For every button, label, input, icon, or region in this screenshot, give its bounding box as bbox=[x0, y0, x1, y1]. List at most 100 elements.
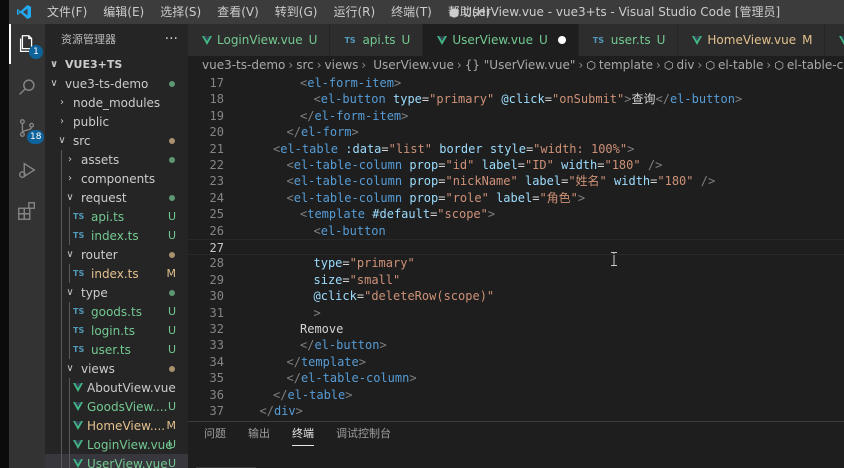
tree-item[interactable]: AboutView.vue bbox=[45, 378, 188, 397]
tree-item[interactable]: › node_modules bbox=[45, 93, 188, 112]
menu-item[interactable]: 编辑(E) bbox=[95, 0, 152, 24]
indent-guide bbox=[69, 454, 70, 468]
tab-loginview-vue[interactable]: LoginView.vue U bbox=[188, 24, 331, 56]
breadcrumb-item[interactable]: el-table-column bbox=[787, 58, 844, 72]
tree-item-label: user.ts bbox=[91, 342, 131, 357]
chevron-down-icon: ∨ bbox=[66, 363, 74, 374]
code-token: </ bbox=[286, 371, 301, 386]
line-number: 34 bbox=[209, 354, 224, 369]
tree-item[interactable]: › assets bbox=[45, 150, 188, 169]
tree-item[interactable]: ∨ router bbox=[45, 245, 188, 264]
code-line[interactable]: 17 <el-form-item> bbox=[188, 75, 844, 91]
tab-label: UserView.vue bbox=[452, 33, 533, 47]
tree-item[interactable]: TS index.ts M bbox=[45, 264, 188, 283]
panel-tab[interactable]: 终端 bbox=[292, 422, 314, 446]
tree-item[interactable]: TS user.ts U bbox=[45, 340, 188, 359]
menu-item[interactable]: 查看(V) bbox=[209, 0, 267, 24]
tree-item[interactable]: ∨ src bbox=[45, 131, 188, 150]
code-line[interactable]: 27 bbox=[188, 239, 844, 256]
line-number: 17 bbox=[209, 76, 224, 90]
tree-item[interactable]: HomeView.... M bbox=[45, 416, 188, 435]
tree-item[interactable]: GoodsView.... U bbox=[45, 397, 188, 416]
code-line[interactable]: 32 Remove bbox=[188, 321, 844, 337]
line-number: 37 bbox=[209, 404, 224, 418]
breadcrumb-item[interactable]: template bbox=[599, 58, 653, 72]
chevron-right-icon: › bbox=[60, 116, 64, 127]
breadcrumb-item[interactable]: src bbox=[296, 58, 314, 72]
unsaved-dot-icon[interactable] bbox=[557, 36, 566, 44]
tree-item[interactable]: UserView.vue U bbox=[45, 454, 188, 468]
code-line[interactable]: 29 size="small" bbox=[188, 272, 844, 288]
code-token: type bbox=[393, 92, 422, 107]
indent-guide bbox=[61, 188, 62, 207]
code-line[interactable]: 30 @click="deleteRow(scope)" bbox=[188, 288, 844, 304]
code-line[interactable]: 36 </el-table> bbox=[188, 387, 844, 403]
code-token: "180" bbox=[604, 158, 641, 172]
code-text: > bbox=[314, 305, 321, 321]
indent-guide bbox=[61, 226, 62, 245]
tab-good[interactable]: Good bbox=[825, 24, 844, 56]
search-icon[interactable] bbox=[9, 67, 45, 107]
workspace-section[interactable]: ∨ VUE3+TS bbox=[45, 54, 188, 74]
more-actions-icon[interactable]: ··· bbox=[165, 24, 178, 54]
tab-homeview-vue[interactable]: HomeView.vue M bbox=[678, 24, 826, 56]
menu-item[interactable]: 选择(S) bbox=[152, 0, 209, 24]
chevron-right-icon: › bbox=[288, 58, 294, 72]
tree-item[interactable]: › components bbox=[45, 169, 188, 188]
tree-item[interactable]: TS goods.ts U bbox=[45, 302, 188, 321]
code-line[interactable]: 31 > bbox=[188, 305, 844, 321]
code-text: type="primary" bbox=[314, 255, 415, 271]
chevron-right-icon: › bbox=[361, 58, 367, 72]
code-line[interactable]: 21 <el-table :data="list" border style="w… bbox=[188, 141, 844, 157]
tab-git-status: U bbox=[538, 33, 548, 47]
tree-item[interactable]: ∨ request bbox=[45, 188, 188, 207]
tab-api-ts[interactable]: TS api.ts U bbox=[330, 24, 424, 56]
code-line[interactable]: 23 <el-table-column prop="nickName" label… bbox=[188, 173, 844, 189]
panel-tab[interactable]: 输出 bbox=[248, 422, 270, 446]
tree-item-label: type bbox=[81, 285, 108, 300]
menu-item[interactable]: 终端(T) bbox=[383, 0, 440, 24]
code-line[interactable]: 22 <el-table-column prop="id" label="ID" … bbox=[188, 157, 844, 173]
run-debug-icon[interactable] bbox=[9, 150, 45, 190]
tab-label: LoginView.vue bbox=[217, 33, 303, 47]
code-line[interactable]: 34 </template> bbox=[188, 354, 844, 370]
tree-item[interactable]: ∨ vue3-ts-demo bbox=[45, 74, 188, 93]
tree-item[interactable]: TS login.ts U bbox=[45, 321, 188, 340]
code-line[interactable]: 19 </el-form-item> bbox=[188, 108, 844, 124]
code-token: "scope" bbox=[437, 207, 488, 222]
menu-item[interactable]: 运行(R) bbox=[325, 0, 383, 24]
tree-item[interactable]: › public bbox=[45, 112, 188, 131]
tree-item[interactable]: TS index.ts U bbox=[45, 226, 188, 245]
panel-tab[interactable]: 调试控制台 bbox=[336, 422, 391, 446]
code-token: el-form-item bbox=[307, 76, 394, 90]
tree-item[interactable]: TS api.ts U bbox=[45, 207, 188, 226]
tree-item[interactable]: ∨ views bbox=[45, 359, 188, 378]
code-line[interactable]: 24 <el-table-column prop="role" label="角色… bbox=[188, 190, 844, 206]
tree-item[interactable]: ∨ type bbox=[45, 283, 188, 302]
code-line[interactable]: 33 </el-button> bbox=[188, 337, 844, 353]
code-line[interactable]: 18 <el-button type="primary" @click="onSu… bbox=[188, 91, 844, 107]
line-number: 27 bbox=[209, 241, 224, 255]
code-token: "deleteRow(scope)" bbox=[364, 289, 495, 304]
breadcrumb-item[interactable]: div bbox=[676, 58, 694, 72]
menu-item[interactable]: 转到(G) bbox=[267, 0, 326, 24]
tab-userview-vue[interactable]: UserView.vue U bbox=[423, 24, 579, 56]
code-line[interactable]: 35 </el-table-column> bbox=[188, 370, 844, 386]
panel-tab[interactable]: 问题 bbox=[204, 422, 226, 446]
code-line[interactable]: 20 </el-form> bbox=[188, 124, 844, 140]
tab-user-ts[interactable]: TS user.ts U bbox=[578, 24, 679, 56]
breadcrumb-item[interactable]: vue3-ts-demo bbox=[202, 58, 285, 72]
breadcrumb-item[interactable]: {} "UserView.vue" bbox=[465, 58, 576, 72]
breadcrumb-item[interactable]: UserView.vue bbox=[373, 58, 454, 72]
breadcrumb-item[interactable]: views bbox=[325, 58, 359, 72]
code-line[interactable]: 26 <el-button bbox=[188, 223, 844, 239]
code-line[interactable]: 28 type="primary" bbox=[188, 255, 844, 271]
menu-item[interactable]: 文件(F) bbox=[39, 0, 95, 24]
code-line[interactable]: 25 <template #default="scope"> bbox=[188, 206, 844, 222]
breadcrumb-item[interactable]: el-table bbox=[718, 58, 763, 72]
code-editor[interactable]: 17 <el-form-item> 18 <el-button type="prima… bbox=[188, 74, 844, 421]
code-token: template bbox=[300, 354, 359, 369]
tree-item[interactable]: LoginView.vue U bbox=[45, 435, 188, 454]
extensions-icon[interactable] bbox=[9, 191, 45, 231]
code-line[interactable]: 37 </div> bbox=[188, 403, 844, 419]
